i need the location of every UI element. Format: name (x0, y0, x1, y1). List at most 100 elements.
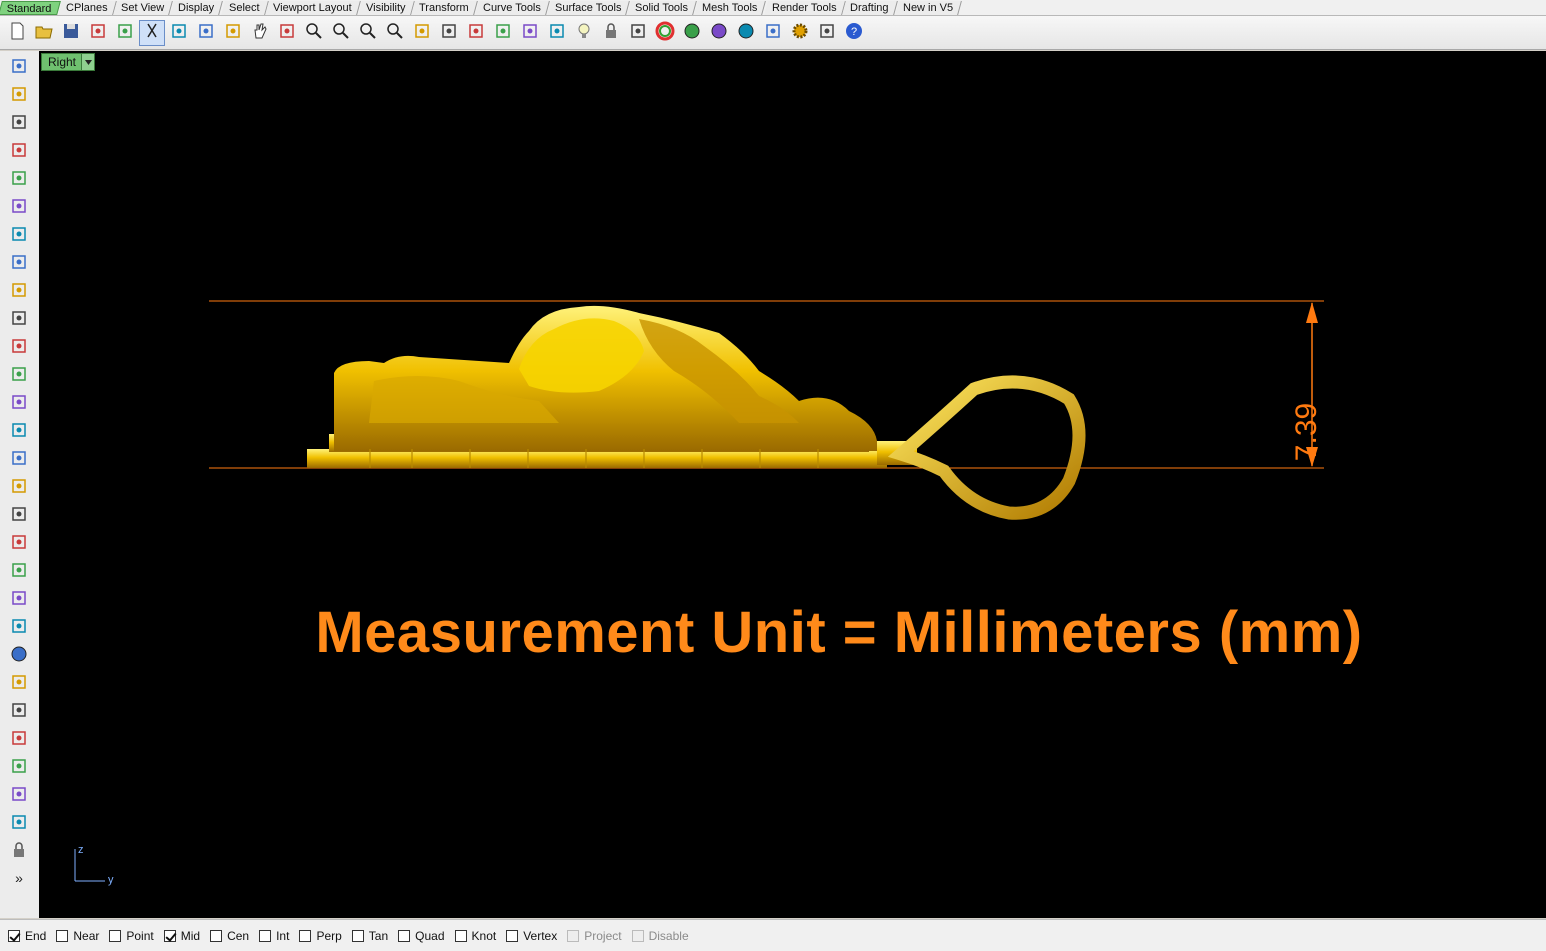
paste-clipboard-button[interactable] (112, 20, 138, 46)
pendant-model[interactable] (307, 305, 1086, 520)
surface-points-tool-button[interactable] (7, 335, 31, 359)
trim-tool-button[interactable] (7, 559, 31, 583)
tab-set-view[interactable]: Set View (113, 1, 174, 15)
osnap-perp[interactable]: Perp (299, 929, 342, 943)
checkbox[interactable] (567, 929, 580, 942)
tab-curve-tools[interactable]: Curve Tools (475, 1, 550, 15)
rendered-sphere-button[interactable] (706, 20, 732, 46)
clipboard-button[interactable] (193, 20, 219, 46)
array-tool-button[interactable] (7, 783, 31, 807)
save-button[interactable] (58, 20, 84, 46)
boolean-union-tool-button[interactable] (7, 419, 31, 443)
open-button[interactable] (31, 20, 57, 46)
box-solid-tool-button[interactable] (7, 391, 31, 415)
checkbox[interactable] (398, 929, 411, 942)
tab-select[interactable]: Select (220, 1, 268, 15)
tab-visibility[interactable]: Visibility (357, 1, 415, 15)
checkbox[interactable] (351, 929, 364, 942)
ruler-button[interactable] (517, 20, 543, 46)
tab-transform[interactable]: Transform (411, 1, 478, 15)
checkbox[interactable] (109, 929, 122, 942)
split-tool-button[interactable] (7, 587, 31, 611)
tab-viewport-layout[interactable]: Viewport Layout (265, 1, 361, 15)
tab-solid-tools[interactable]: Solid Tools (627, 1, 698, 15)
blend-curve-tool-button[interactable] (7, 699, 31, 723)
render-button[interactable] (760, 20, 786, 46)
osnap-project[interactable]: Project (567, 929, 622, 943)
shaded-sphere-button[interactable] (679, 20, 705, 46)
four-viewports-button[interactable] (436, 20, 462, 46)
zoom-extents-button[interactable] (355, 20, 381, 46)
tab-standard[interactable]: Standard (0, 1, 61, 15)
block-tool-button[interactable] (7, 839, 31, 863)
gumball-tool-button[interactable] (7, 503, 31, 527)
ellipse-tool-button[interactable] (7, 195, 31, 219)
checkbox[interactable] (8, 929, 20, 942)
rectangle-tool-button[interactable] (7, 251, 31, 275)
tab-cplanes[interactable]: CPlanes (57, 1, 117, 15)
curve-edit-tool-button[interactable] (7, 671, 31, 695)
tab-surface-tools[interactable]: Surface Tools (547, 1, 631, 15)
checkbox[interactable] (56, 929, 69, 942)
fillet-curve-tool-button[interactable] (7, 307, 31, 331)
settings-gear-button[interactable] (787, 20, 813, 46)
zoom-button[interactable] (301, 20, 327, 46)
checkbox[interactable] (210, 929, 223, 942)
osnap-end[interactable]: End (8, 929, 46, 943)
undo-button[interactable] (220, 20, 246, 46)
snap-grid-button[interactable] (814, 20, 840, 46)
undo-view-button[interactable] (409, 20, 435, 46)
right-viewport[interactable]: Right 7.39 Measurement Unit = Millimeter… (39, 51, 1546, 918)
polyline-tool-button[interactable] (7, 111, 31, 135)
checkbox[interactable] (299, 929, 312, 942)
loft-surface-tool-button[interactable] (7, 363, 31, 387)
zoom-selected-button[interactable] (382, 20, 408, 46)
checkbox[interactable] (454, 929, 467, 942)
curve-tool-button[interactable] (7, 139, 31, 163)
extrude-tool-button[interactable] (7, 811, 31, 835)
lock-button[interactable] (598, 20, 624, 46)
car-button[interactable] (463, 20, 489, 46)
checkbox[interactable] (631, 929, 644, 942)
layers-button[interactable] (625, 20, 651, 46)
light-button[interactable] (571, 20, 597, 46)
rotate-view-button[interactable] (274, 20, 300, 46)
tab-drafting[interactable]: Drafting (842, 1, 898, 15)
checkbox[interactable] (506, 929, 519, 942)
text-tool-button[interactable] (7, 727, 31, 751)
new-button[interactable] (4, 20, 30, 46)
osnap-quad[interactable]: Quad (398, 929, 445, 943)
explode-tool-button[interactable] (7, 531, 31, 555)
zoom-window-button[interactable] (328, 20, 354, 46)
dimension-label[interactable]: 7.39 (1282, 391, 1342, 471)
cylinder-tool-button[interactable] (7, 447, 31, 471)
help-button[interactable]: ? (841, 20, 867, 46)
osnap-mid[interactable]: Mid (163, 929, 200, 943)
select-arrow-tool-button[interactable] (7, 55, 31, 79)
osnap-near[interactable]: Near (56, 929, 99, 943)
osnap-knot[interactable]: Knot (454, 929, 496, 943)
point-tool-button[interactable] (7, 83, 31, 107)
distance-button[interactable] (544, 20, 570, 46)
tab-mesh-tools[interactable]: Mesh Tools (694, 1, 767, 15)
tab-render-tools[interactable]: Render Tools (763, 1, 846, 15)
osnap-point[interactable]: Point (109, 929, 154, 943)
transform-tool-button[interactable] (7, 755, 31, 779)
osnap-vertex[interactable]: Vertex (506, 929, 557, 943)
osnap-cen[interactable]: Cen (210, 929, 249, 943)
group-tool-button[interactable] (7, 615, 31, 639)
osnap-int[interactable]: Int (259, 929, 289, 943)
color-wheel-button[interactable] (652, 20, 678, 46)
blue-sphere-button[interactable] (733, 20, 759, 46)
polygon-tool-button[interactable] (7, 279, 31, 303)
checkbox[interactable] (259, 929, 272, 942)
osnap-tan[interactable]: Tan (351, 929, 388, 943)
mesh-tool-button[interactable] (7, 475, 31, 499)
cplane-button[interactable] (490, 20, 516, 46)
circle-tool-button[interactable] (7, 167, 31, 191)
arc-tool-button[interactable] (7, 223, 31, 247)
dimension-value[interactable]: 7.39 (1290, 403, 1324, 461)
tab-display[interactable]: Display (170, 1, 224, 15)
pan-hand-button[interactable] (247, 20, 273, 46)
copy-button[interactable] (166, 20, 192, 46)
